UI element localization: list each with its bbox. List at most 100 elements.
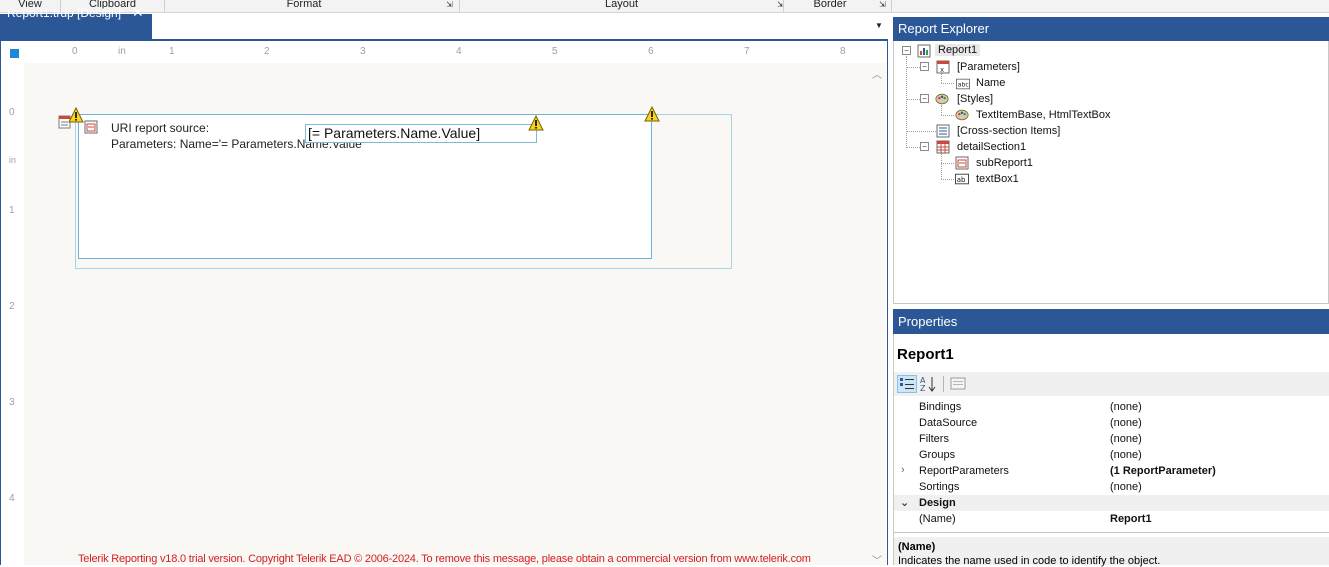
property-pages-button[interactable]	[948, 375, 968, 393]
vertical-scrollbar[interactable]	[869, 63, 886, 565]
vertical-ruler: 0 in 1 2 3 4	[1, 63, 24, 565]
ribbon-group-border[interactable]: Border	[784, 0, 876, 12]
close-icon[interactable]: ✕	[132, 4, 144, 20]
description-text: Indicates the name used in code to ident…	[898, 555, 1161, 567]
tree-line	[941, 83, 954, 84]
subreport-icon	[84, 120, 98, 134]
tree-node-report1[interactable]: Report1	[935, 44, 981, 56]
property-row-sortings[interactable]: Sortings (none)	[894, 479, 1329, 495]
svg-text:ab: ab	[957, 176, 966, 184]
property-value[interactable]: (none)	[1110, 417, 1142, 429]
categorized-icon	[900, 378, 914, 389]
parameter-text-icon: abc	[956, 78, 970, 90]
warning-icon[interactable]	[68, 107, 84, 123]
collapse-chevron-icon[interactable]: ⌄	[900, 496, 909, 509]
ruler-tick: 5	[552, 46, 558, 57]
subreport-icon	[955, 156, 969, 170]
tab-label: Report1.trdp [Design]	[7, 6, 122, 20]
tree-line	[906, 131, 936, 132]
property-row-datasource[interactable]: DataSource (none)	[894, 415, 1329, 431]
property-name: Filters	[919, 433, 949, 445]
tree-collapse-toggle[interactable]: −	[920, 94, 929, 103]
tree-collapse-toggle[interactable]: −	[920, 142, 929, 151]
property-value[interactable]: (none)	[1110, 481, 1142, 493]
alphabetical-button[interactable]: A Z	[919, 375, 939, 393]
property-value[interactable]: (1 ReportParameter)	[1110, 465, 1216, 477]
tree-line	[941, 73, 942, 83]
property-pages-icon	[950, 377, 966, 390]
warning-icon[interactable]	[644, 106, 660, 122]
tree-collapse-toggle[interactable]: −	[902, 46, 911, 55]
ruler-tick: 3	[360, 46, 366, 57]
horizontal-ruler: 0 in 1 2 3 4 5 6 7 8	[24, 45, 886, 63]
ruler-corner-icon[interactable]	[10, 49, 19, 58]
tree-node-style-rule[interactable]: TextItemBase, HtmlTextBox	[976, 109, 1111, 121]
tree-line	[906, 56, 907, 148]
ruler-unit: in	[118, 46, 126, 57]
property-name: Bindings	[919, 401, 962, 413]
ruler-tick: 0	[72, 46, 78, 57]
property-category-design[interactable]: ⌄ Design	[894, 495, 1329, 511]
tab-dropdown-icon[interactable]: ▼	[875, 21, 885, 31]
property-name: ReportParameters	[919, 465, 1009, 477]
sort-az-icon: A Z	[920, 376, 936, 393]
cross-section-icon	[936, 124, 950, 138]
property-value[interactable]: (none)	[1110, 433, 1142, 445]
format-launcher-icon[interactable]: ⇲	[446, 1, 455, 9]
property-row-groups[interactable]: Groups (none)	[894, 447, 1329, 463]
ribbon-group-format[interactable]: Format	[165, 0, 443, 12]
tree-node-subreport[interactable]: subReport1	[976, 157, 1033, 169]
style-rule-icon	[955, 109, 969, 121]
property-name: (Name)	[919, 513, 956, 525]
properties-title: Properties	[898, 314, 958, 329]
property-name: Groups	[919, 449, 956, 461]
detail-section-icon	[936, 140, 950, 154]
tree-node-parameters[interactable]: [Parameters]	[957, 61, 1020, 73]
tree-line	[941, 105, 942, 115]
categorized-button[interactable]	[897, 375, 917, 393]
ribbon-separator	[891, 0, 892, 12]
scroll-up-icon[interactable]: ︿	[872, 66, 882, 81]
ruler-tick: 0	[9, 107, 15, 118]
tree-node-detail-section[interactable]: detailSection1	[957, 141, 1026, 153]
category-label: Design	[919, 497, 956, 509]
tree-line	[941, 153, 942, 179]
ruler-tick: 3	[9, 397, 15, 408]
tree-line	[941, 179, 954, 180]
ruler-tick: 2	[9, 301, 15, 312]
property-row-reportparameters[interactable]: › ReportParameters (1 ReportParameter)	[894, 463, 1329, 479]
property-name: Sortings	[919, 481, 960, 493]
ribbon-group-layout[interactable]: Layout	[460, 0, 783, 12]
textbox-icon: ab	[955, 173, 969, 185]
selected-object-name: Report1	[897, 346, 954, 363]
grid-divider[interactable]	[894, 532, 1329, 533]
svg-text:abc: abc	[958, 82, 969, 89]
ruler-tick: 6	[648, 46, 654, 57]
warning-icon[interactable]	[528, 115, 544, 131]
tree-node-parameter-name[interactable]: Name	[976, 77, 1005, 89]
tree-node-textbox[interactable]: textBox1	[976, 173, 1019, 185]
property-value[interactable]: (none)	[1110, 401, 1142, 413]
subreport-source-label: URI report source:	[111, 121, 210, 135]
toolbar-separator	[943, 376, 944, 392]
property-row-bindings[interactable]: Bindings (none)	[894, 399, 1329, 415]
report-explorer-title: Report Explorer	[898, 21, 990, 36]
ruler-tick: 1	[169, 46, 175, 57]
tree-node-styles[interactable]: [Styles]	[957, 93, 993, 105]
tree-node-cross-section[interactable]: [Cross-section Items]	[957, 125, 1060, 137]
trial-version-message: Telerik Reporting v18.0 trial version. C…	[78, 553, 811, 565]
svg-text:x: x	[940, 66, 944, 74]
expand-chevron-icon[interactable]: ›	[901, 464, 905, 476]
report-icon	[917, 44, 931, 58]
textbox-expression: [= Parameters.Name.Value]	[308, 125, 481, 141]
tree-collapse-toggle[interactable]: −	[920, 62, 929, 71]
tree-line	[941, 163, 954, 164]
ruler-tick: 4	[9, 493, 15, 504]
styles-palette-icon	[935, 93, 949, 105]
property-value[interactable]: Report1	[1110, 513, 1152, 525]
property-value[interactable]: (none)	[1110, 449, 1142, 461]
property-row-name[interactable]: (Name) Report1	[894, 511, 1329, 527]
border-launcher-icon[interactable]: ⇲	[879, 1, 888, 9]
property-row-filters[interactable]: Filters (none)	[894, 431, 1329, 447]
ruler-tick: 1	[9, 205, 15, 216]
